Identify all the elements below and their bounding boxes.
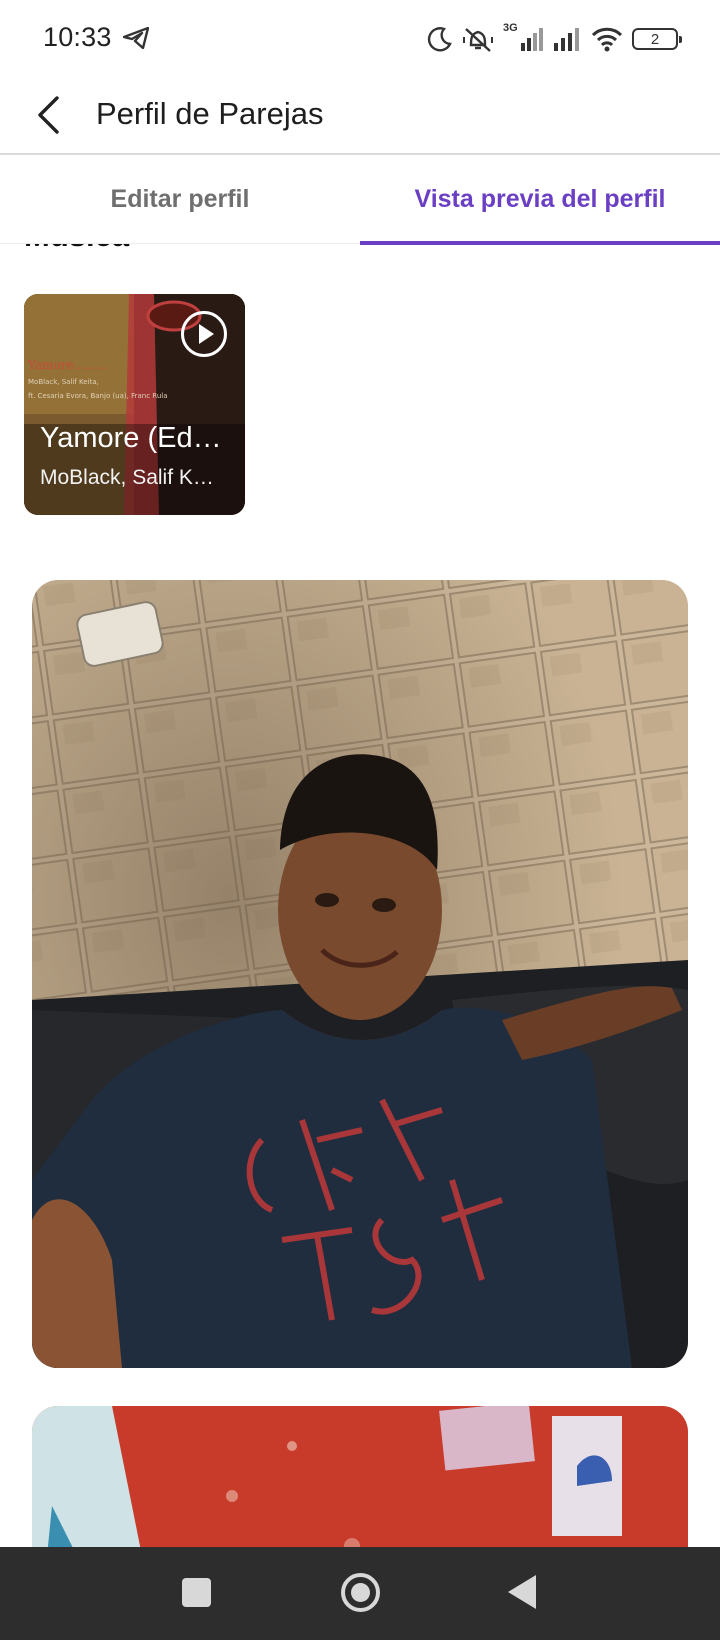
wifi-icon [591, 27, 623, 52]
vibrate-off-icon [463, 28, 493, 52]
profile-photo-1-image [32, 580, 688, 1368]
tab-bar: Editar perfil Vista previa del perfil [0, 155, 720, 245]
telegram-icon [123, 27, 149, 49]
system-nav-bar [0, 1547, 720, 1640]
signal-3g-icon: 3G [503, 22, 543, 53]
svg-text:MoBlack, Salif Keita,: MoBlack, Salif Keita, [28, 378, 99, 386]
profile-preview-content[interactable]: Música Yamore......... MoBlack, Salif Ke… [0, 244, 720, 1547]
track-artist: MoBlack, Salif K… [40, 466, 214, 489]
profile-photo-2[interactable] [32, 1406, 688, 1547]
profile-photo-2-image [32, 1406, 688, 1547]
profile-photo-1[interactable] [32, 580, 688, 1368]
moon-icon [427, 27, 452, 52]
recents-square-icon[interactable] [182, 1578, 211, 1607]
track-title: Yamore (Ed… [40, 422, 222, 454]
music-section-title: Música [24, 244, 129, 254]
chevron-left-icon [38, 96, 59, 134]
play-circle-icon[interactable] [181, 311, 227, 357]
signal-icon [554, 28, 579, 51]
battery-level: 2 [650, 30, 660, 48]
back-button[interactable] [26, 90, 70, 140]
app-bar: Perfil de Parejas [0, 78, 720, 155]
music-card[interactable]: Yamore......... MoBlack, Salif Keita, ft… [24, 294, 245, 515]
status-bar: 10:33 3G 2 [0, 0, 720, 78]
status-icons: 3G 2 [427, 22, 682, 56]
home-circle-icon[interactable] [341, 1573, 380, 1612]
page-title: Perfil de Parejas [96, 96, 324, 131]
back-triangle-icon[interactable] [508, 1575, 536, 1609]
status-time: 10:33 [43, 22, 112, 52]
tab-edit-profile[interactable]: Editar perfil [0, 155, 360, 244]
battery-icon: 2 [632, 28, 682, 50]
svg-text:ft. Cesaria Evora, Banjo (ua),: ft. Cesaria Evora, Banjo (ua), Franc Rul… [28, 392, 168, 400]
svg-text:Yamore.........: Yamore......... [27, 358, 108, 372]
tab-profile-preview[interactable]: Vista previa del perfil [360, 155, 720, 245]
